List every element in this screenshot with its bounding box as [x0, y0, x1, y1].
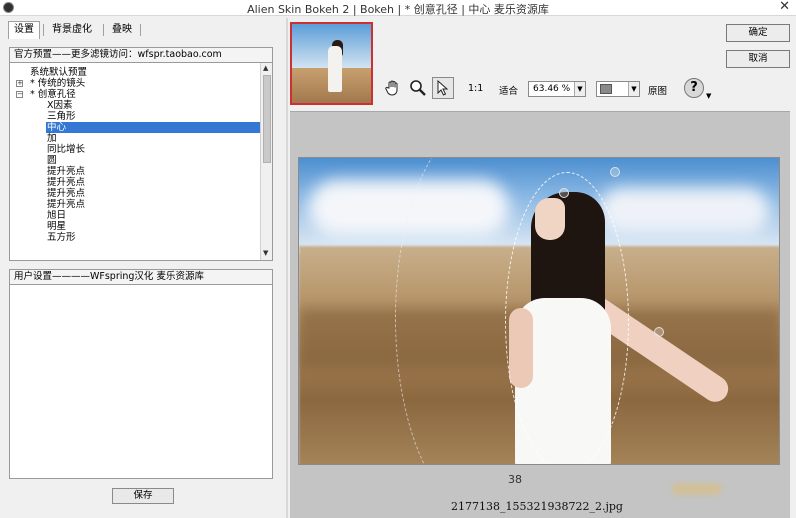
- tree-item[interactable]: 同比增长: [47, 144, 85, 155]
- tree-item[interactable]: * 创意孔径: [30, 89, 76, 100]
- expand-icon[interactable]: +: [16, 80, 23, 87]
- tab-bar: 设置 背景虚化 叠映: [0, 18, 288, 40]
- chevron-down-icon[interactable]: ▼: [706, 92, 711, 100]
- scroll-down-icon[interactable]: ▼: [263, 249, 268, 257]
- scroll-up-icon[interactable]: ▲: [263, 64, 268, 72]
- arrow-pointer-icon[interactable]: [432, 77, 454, 99]
- cancel-button[interactable]: 取消: [726, 50, 790, 68]
- tab-divider: [43, 24, 44, 36]
- preview-photo[interactable]: [298, 157, 780, 465]
- tree-item[interactable]: 提升亮点: [47, 166, 85, 177]
- tree-item[interactable]: 提升亮点: [47, 177, 85, 188]
- window-title: Alien Skin Bokeh 2 | Bokeh | * 创意孔径 | 中心…: [247, 3, 549, 16]
- file-name: 2177138_155321938722_2.jpg: [451, 500, 623, 513]
- chevron-down-icon[interactable]: ▼: [628, 82, 639, 96]
- actual-size-button[interactable]: 1:1: [468, 83, 483, 94]
- presets-header: 官方预置——更多滤镜访问：wfspr.taobao.com: [9, 47, 273, 63]
- hand-icon[interactable]: [382, 77, 404, 99]
- user-settings-list[interactable]: [9, 285, 273, 479]
- help-icon[interactable]: ?: [684, 78, 704, 98]
- tree-item[interactable]: 加: [47, 133, 57, 144]
- tree-item[interactable]: 旭日: [47, 210, 66, 221]
- tree-item[interactable]: * 传统的镜头: [30, 78, 85, 89]
- help-button[interactable]: ? ▼: [680, 76, 712, 102]
- focus-handle[interactable]: [559, 188, 569, 198]
- focus-region-guide[interactable]: [505, 172, 629, 464]
- ok-button[interactable]: 确定: [726, 24, 790, 42]
- scroll-thumb[interactable]: [263, 75, 271, 163]
- tab-overlay[interactable]: 叠映: [106, 21, 138, 39]
- tab-divider: [103, 24, 104, 36]
- thumbnail-figure: [328, 46, 342, 92]
- user-settings-header: 用户设置————WFspring汉化 麦乐资源库: [9, 269, 273, 285]
- tab-background-blur[interactable]: 背景虚化: [46, 21, 98, 39]
- tree-item[interactable]: X因素: [47, 100, 73, 111]
- tree-item-selected[interactable]: 中心: [46, 122, 264, 133]
- preview-toolbar: 1:1 适合 63.46 % ▼ ▼ 原图 ? ▼: [380, 74, 724, 104]
- fit-button[interactable]: 适合: [499, 83, 518, 97]
- center-value: 38: [508, 473, 522, 486]
- title-bar: Alien Skin Bokeh 2 | Bokeh | * 创意孔径 | 中心…: [0, 0, 796, 16]
- save-button[interactable]: 保存: [112, 488, 174, 504]
- zoom-value: 63.46 %: [533, 84, 571, 94]
- tree-item[interactable]: 提升亮点: [47, 199, 85, 210]
- tab-divider: [140, 24, 141, 36]
- color-swatch: [600, 84, 612, 94]
- tree-item[interactable]: 明星: [47, 221, 66, 232]
- close-icon[interactable]: ✕: [779, 0, 790, 14]
- focus-handle[interactable]: [654, 327, 664, 337]
- zoom-dropdown[interactable]: 63.46 % ▼: [528, 81, 586, 97]
- tree-item[interactable]: 圆: [47, 155, 57, 166]
- original-image-button[interactable]: 原图: [648, 83, 667, 97]
- tree-item[interactable]: 提升亮点: [47, 188, 85, 199]
- tree-item[interactable]: 五方形: [47, 232, 76, 243]
- tree-scrollbar[interactable]: ▲ ▼: [260, 63, 272, 260]
- watermark-decoration: [672, 483, 722, 495]
- panel-divider[interactable]: [286, 18, 288, 518]
- tab-settings[interactable]: 设置: [8, 21, 40, 39]
- left-panel: 官方预置——更多滤镜访问：wfspr.taobao.com 系统默认预置 + *…: [9, 47, 275, 513]
- tree-item[interactable]: 系统默认预置: [30, 67, 87, 78]
- tree-item[interactable]: 三角形: [47, 111, 76, 122]
- preset-tree[interactable]: 系统默认预置 + * 传统的镜头 − * 创意孔径 X因素 三角形 中心 加 同…: [9, 63, 273, 261]
- navigator-thumbnail[interactable]: [290, 22, 373, 105]
- chevron-down-icon[interactable]: ▼: [574, 82, 585, 96]
- focus-handle[interactable]: [610, 167, 620, 177]
- collapse-icon[interactable]: −: [16, 91, 23, 98]
- photo-cloud: [599, 188, 769, 234]
- background-color-dropdown[interactable]: ▼: [596, 81, 640, 97]
- magnifier-icon[interactable]: [407, 77, 429, 99]
